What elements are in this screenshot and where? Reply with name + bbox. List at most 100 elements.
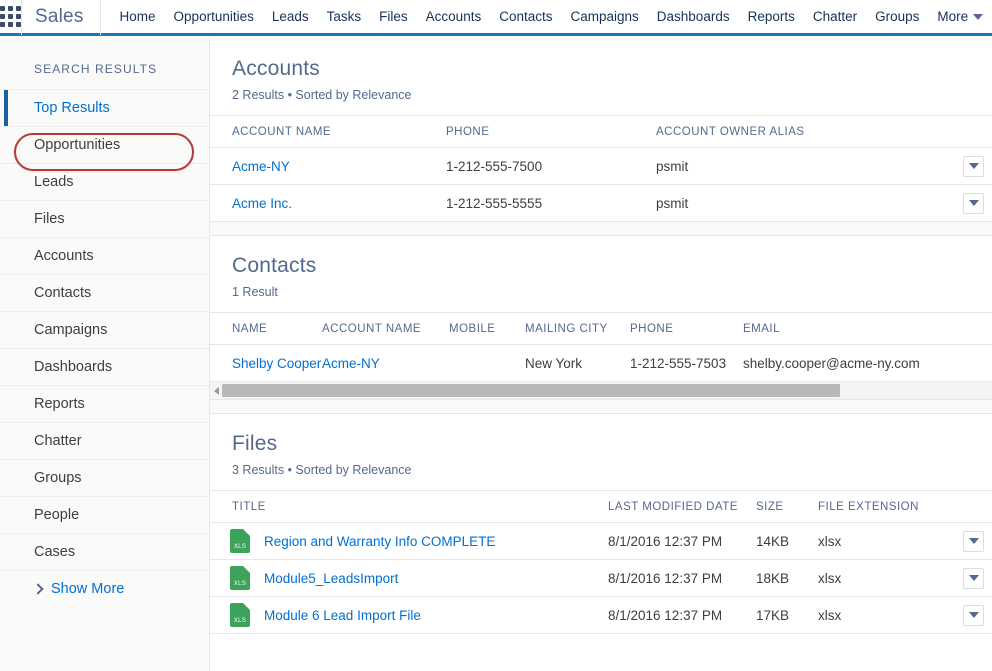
sidebar-item-chatter[interactable]: Chatter [0, 422, 209, 459]
table-row[interactable]: Acme-NY 1-212-555-7500 psmit [210, 147, 992, 185]
file-title-link[interactable]: Region and Warranty Info COMPLETE [264, 534, 495, 549]
file-extension: xlsx [818, 596, 936, 634]
accounts-section-header: Accounts 2 Results • Sorted by Relevance [210, 39, 992, 102]
sidebar-item-campaigns[interactable]: Campaigns [0, 311, 209, 348]
contact-mailing-city: New York [525, 344, 630, 382]
file-icon-label: XLS [233, 544, 247, 550]
column-header-mobile[interactable]: MOBILE [449, 312, 525, 345]
sidebar-item-top-results[interactable]: Top Results [0, 89, 209, 127]
row-actions-chevron-down-icon [968, 200, 979, 206]
column-header-email[interactable]: EMAIL [743, 312, 992, 345]
sidebar-item-label: Top Results [34, 100, 110, 116]
sidebar-item-accounts[interactable]: Accounts [0, 237, 209, 274]
column-header-last-modified-date[interactable]: LAST MODIFIED DATE [608, 490, 756, 523]
file-size: 17KB [756, 596, 818, 634]
account-owner-alias: psmit [656, 184, 936, 222]
chevron-right-icon [32, 583, 44, 595]
column-header-size[interactable]: SIZE [756, 490, 818, 523]
contacts-table: NAME ACCOUNT NAME MOBILE MAILING CITY PH… [210, 312, 992, 382]
file-title-link[interactable]: Module5_LeadsImport [264, 571, 398, 586]
nav-item-chatter[interactable]: Chatter [804, 0, 866, 35]
sidebar-item-contacts[interactable]: Contacts [0, 274, 209, 311]
app-launcher-grid-icon [0, 6, 21, 27]
sidebar-item-label: People [34, 507, 80, 523]
column-header-name[interactable]: NAME [210, 312, 322, 345]
files-table: TITLE LAST MODIFIED DATE SIZE FILE EXTEN… [210, 490, 992, 634]
app-root: Sales Home Opportunities Leads Tasks Fil… [0, 0, 992, 671]
scrollbar-track[interactable] [222, 382, 992, 400]
sidebar-item-dashboards[interactable]: Dashboards [0, 348, 209, 385]
nav-item-opportunities[interactable]: Opportunities [165, 0, 263, 35]
column-header-phone[interactable]: PHONE [630, 312, 743, 345]
scroll-left-arrow-icon[interactable] [210, 386, 222, 395]
row-actions-button[interactable] [963, 192, 984, 214]
sidebar-item-leads[interactable]: Leads [0, 163, 209, 200]
contact-email: shelby.cooper@acme-ny.com [743, 344, 992, 382]
sidebar-item-cases[interactable]: Cases [0, 533, 209, 570]
column-header-account-owner-alias[interactable]: ACCOUNT OWNER ALIAS [656, 115, 936, 148]
contact-phone: 1-212-555-7503 [630, 344, 743, 382]
row-actions-button[interactable] [963, 530, 984, 552]
accounts-title: Accounts [232, 57, 320, 80]
nav-more-button[interactable]: More [928, 9, 992, 24]
nav-item-leads[interactable]: Leads [263, 0, 318, 35]
xls-file-icon: XLS [230, 529, 250, 553]
table-row[interactable]: XLS Module 6 Lead Import File 8/1/2016 1… [210, 596, 992, 634]
account-phone: 1-212-555-7500 [446, 147, 656, 185]
file-size: 14KB [756, 522, 818, 560]
column-header-account-name[interactable]: ACCOUNT NAME [210, 115, 446, 148]
file-extension: xlsx [818, 559, 936, 597]
nav-item-files[interactable]: Files [370, 0, 417, 35]
sidebar-item-groups[interactable]: Groups [0, 459, 209, 496]
sidebar-item-reports[interactable]: Reports [0, 385, 209, 422]
row-actions-button[interactable] [963, 604, 984, 626]
nav-item-groups[interactable]: Groups [866, 0, 928, 35]
section-divider-band [210, 400, 992, 414]
row-actions-chevron-down-icon [968, 538, 979, 544]
table-row[interactable]: Acme Inc. 1-212-555-5555 psmit [210, 184, 992, 222]
nav-more-label: More [937, 9, 969, 24]
nav-item-reports[interactable]: Reports [739, 0, 804, 35]
contact-name-link[interactable]: Shelby Cooper [232, 356, 321, 371]
table-row[interactable]: XLS Region and Warranty Info COMPLETE 8/… [210, 522, 992, 560]
account-name-link[interactable]: Acme-NY [232, 159, 290, 174]
column-header-title[interactable]: TITLE [210, 490, 608, 523]
sidebar-item-files[interactable]: Files [0, 200, 209, 237]
column-header-phone[interactable]: PHONE [446, 115, 656, 148]
row-actions-chevron-down-icon [968, 612, 979, 618]
nav-item-contacts[interactable]: Contacts [490, 0, 561, 35]
accounts-table-header-row: ACCOUNT NAME PHONE ACCOUNT OWNER ALIAS [210, 115, 992, 148]
app-name[interactable]: Sales [22, 0, 101, 35]
nav-item-dashboards[interactable]: Dashboards [648, 0, 739, 35]
global-nav: Home Opportunities Leads Tasks Files Acc… [101, 0, 992, 35]
account-name-link[interactable]: Acme Inc. [232, 196, 292, 211]
file-title-link[interactable]: Module 6 Lead Import File [264, 608, 421, 623]
files-table-header-row: TITLE LAST MODIFIED DATE SIZE FILE EXTEN… [210, 490, 992, 523]
nav-item-home[interactable]: Home [111, 0, 165, 35]
column-header-account-name[interactable]: ACCOUNT NAME [322, 312, 449, 345]
accounts-subtitle: 2 Results • Sorted by Relevance [232, 88, 412, 102]
file-size: 18KB [756, 559, 818, 597]
contacts-subtitle: 1 Result [232, 285, 278, 299]
app-launcher-button[interactable] [0, 0, 22, 35]
sidebar-item-label: Reports [34, 396, 85, 412]
column-header-file-extension[interactable]: FILE EXTENSION [818, 490, 936, 523]
sidebar-item-opportunities[interactable]: Opportunities [0, 126, 209, 163]
column-header-mailing-city[interactable]: MAILING CITY [525, 312, 630, 345]
contact-account-name-link[interactable]: Acme-NY [322, 356, 380, 371]
contacts-horizontal-scrollbar[interactable] [210, 382, 992, 400]
sidebar-show-more-button[interactable]: Show More [0, 570, 209, 607]
table-row[interactable]: XLS Module5_LeadsImport 8/1/2016 12:37 P… [210, 559, 992, 597]
sidebar-item-people[interactable]: People [0, 496, 209, 533]
nav-item-campaigns[interactable]: Campaigns [561, 0, 647, 35]
file-last-modified-date: 8/1/2016 12:37 PM [608, 559, 756, 597]
row-actions-button[interactable] [963, 567, 984, 589]
nav-item-accounts[interactable]: Accounts [417, 0, 491, 35]
nav-item-tasks[interactable]: Tasks [318, 0, 371, 35]
table-row[interactable]: Shelby Cooper Acme-NY New York 1-212-555… [210, 344, 992, 382]
accounts-table: ACCOUNT NAME PHONE ACCOUNT OWNER ALIAS A… [210, 115, 992, 222]
row-actions-chevron-down-icon [968, 575, 979, 581]
scrollbar-thumb[interactable] [222, 383, 840, 397]
section-divider-band [210, 222, 992, 236]
row-actions-button[interactable] [963, 155, 984, 177]
